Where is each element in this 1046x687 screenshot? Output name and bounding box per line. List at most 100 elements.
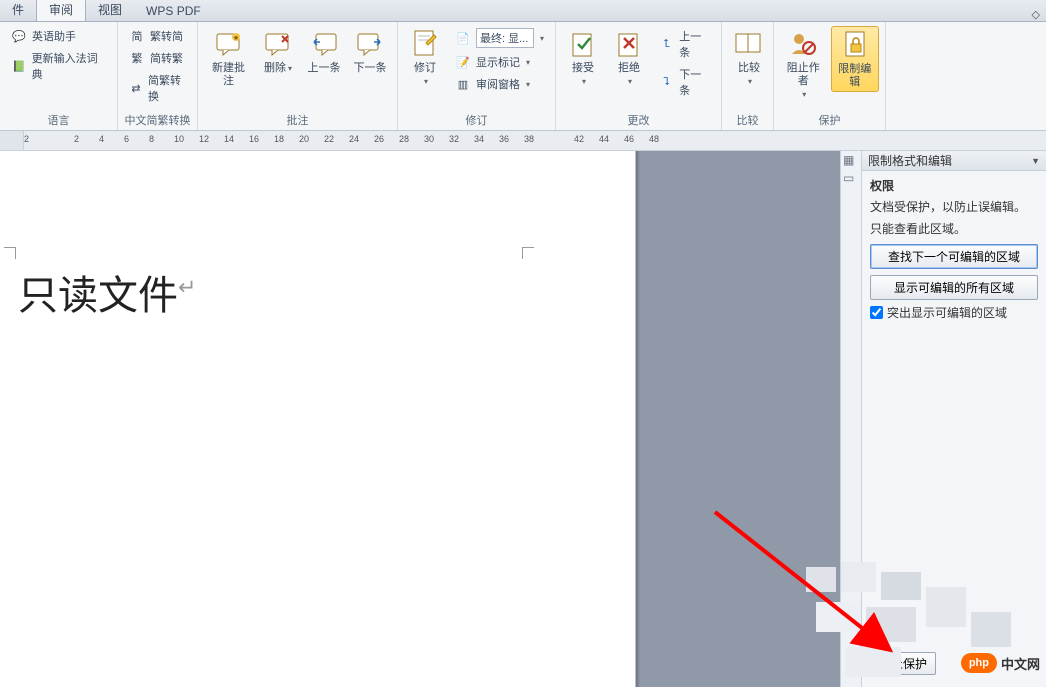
highlight-regions-checkbox[interactable]: 突出显示可编辑的区域 — [870, 304, 1038, 321]
reject-change-button[interactable]: 拒绝▾ — [608, 26, 650, 90]
document-content[interactable]: 只读文件↵ — [18, 263, 196, 321]
restrict-editing-label: 限制编辑 — [836, 63, 875, 89]
document-text: 只读文件 — [18, 274, 178, 318]
simp-trad-convert-button[interactable]: ⇄ 简繁转换 — [124, 70, 191, 106]
next-comment-label: 下一条 — [354, 62, 387, 75]
margin-marker-icon — [4, 247, 16, 259]
update-ime-button[interactable]: 📗 更新输入法词典 — [6, 48, 111, 84]
block-authors-label: 阻止作者▾ — [784, 62, 823, 101]
reviewing-pane-dropdown[interactable]: ▥ 审阅窗格 ▾ — [450, 74, 549, 94]
tab-review[interactable]: 审阅 — [36, 0, 86, 21]
track-changes-icon — [409, 28, 441, 60]
document-icon: 📄 — [454, 30, 472, 46]
ribbon-minimize-icon[interactable]: ◇ — [1032, 8, 1040, 21]
panel-text-1: 文档受保护，以防止误编辑。 — [870, 198, 1038, 216]
group-label-changes: 更改 — [560, 112, 717, 130]
group-label-tracking: 修订 — [402, 112, 551, 130]
tab-wpspdf[interactable]: WPS PDF — [134, 1, 213, 21]
group-label-chinese: 中文简繁转换 — [122, 112, 193, 130]
find-next-region-button[interactable]: 查找下一个可编辑的区域 — [870, 244, 1038, 269]
tab-mail[interactable]: 件 — [0, 0, 36, 21]
accept-change-button[interactable]: 接受▾ — [562, 26, 604, 90]
panel-dropdown-icon[interactable]: ▼ — [1031, 156, 1040, 166]
convert-icon: ⇄ — [128, 80, 144, 96]
ruler-options-icon[interactable]: ▦ — [843, 153, 854, 167]
accept-icon — [567, 28, 599, 60]
dropdown-arrow-icon: ▾ — [526, 58, 530, 67]
display-for-review-dropdown[interactable]: 📄 最终: 显... ▾ — [450, 26, 549, 50]
next-comment-icon — [354, 28, 386, 60]
trad-to-simp-label: 繁转简 — [150, 28, 183, 44]
compare-icon — [733, 28, 765, 60]
simp-trad-convert-label: 简繁转换 — [148, 72, 187, 104]
trad-icon: 繁 — [128, 50, 146, 66]
delete-comment-icon — [262, 28, 294, 60]
next-change-button[interactable]: ⮧ 下一条 — [654, 64, 715, 100]
watermark-logo: php — [961, 653, 997, 673]
restrict-editing-button[interactable]: 限制编辑 — [831, 26, 880, 92]
compare-label: 比较▾ — [738, 62, 760, 88]
pane-icon: ▥ — [454, 76, 472, 92]
simp-to-trad-button[interactable]: 繁 简转繁 — [124, 48, 191, 68]
restrict-editing-panel: 限制格式和编辑 ▼ 权限 文档受保护，以防止误编辑。 只能查看此区域。 查找下一… — [862, 151, 1046, 687]
tab-view[interactable]: 视图 — [86, 0, 134, 21]
next-arrow-icon: ⮧ — [658, 74, 675, 90]
prev-comment-icon — [308, 28, 340, 60]
horizontal-ruler[interactable]: 2246810121416182022242628303234363842444… — [24, 131, 1046, 150]
watermark: php 中文网 — [961, 653, 1040, 673]
prev-comment-button[interactable]: 上一条 — [303, 26, 345, 77]
dictionary-icon: 📗 — [10, 58, 28, 74]
document-page[interactable]: 只读文件↵ — [0, 151, 636, 687]
block-authors-icon — [787, 28, 819, 60]
group-label-comments: 批注 — [202, 112, 393, 130]
group-label-language: 语言 — [4, 112, 113, 130]
panel-header: 限制格式和编辑 ▼ — [862, 151, 1046, 171]
vertical-scrollbar-gutter[interactable]: ▦ ▭ — [840, 151, 862, 687]
ruler-corner — [0, 131, 24, 150]
simp-icon: 简 — [128, 28, 146, 44]
tab-bar: 件 审阅 视图 WPS PDF ◇ — [0, 0, 1046, 22]
simp-to-trad-label: 简转繁 — [150, 50, 183, 66]
svg-text:★: ★ — [232, 34, 238, 42]
next-comment-button[interactable]: 下一条 — [349, 26, 391, 77]
highlight-regions-label: 突出显示可编辑的区域 — [887, 304, 1007, 321]
highlight-regions-input[interactable] — [870, 306, 883, 319]
speech-bubble-icon: 💬 — [10, 28, 28, 44]
delete-comment-label: 删除▾ — [264, 62, 292, 75]
trad-to-simp-button[interactable]: 简 繁转简 — [124, 26, 191, 46]
panel-title: 限制格式和编辑 — [868, 152, 1031, 169]
prev-arrow-icon: ⮤ — [658, 36, 675, 52]
group-label-protect: 保护 — [778, 112, 881, 130]
new-comment-label: 新建批注 — [208, 62, 249, 88]
document-background — [636, 151, 840, 687]
panel-text-2: 只能查看此区域。 — [870, 220, 1038, 238]
english-assistant-button[interactable]: 💬 英语助手 — [6, 26, 111, 46]
delete-comment-button[interactable]: 删除▾ — [257, 26, 299, 77]
compare-button[interactable]: 比较▾ — [728, 26, 770, 90]
prev-comment-label: 上一条 — [308, 62, 341, 75]
margin-marker-icon — [522, 247, 534, 259]
watermark-text: 中文网 — [1001, 654, 1040, 673]
reject-icon — [613, 28, 645, 60]
block-authors-button[interactable]: 阻止作者▾ — [780, 26, 827, 103]
panel-subtitle: 权限 — [870, 177, 1038, 194]
stop-protection-button[interactable]: 停止保护 — [870, 652, 936, 675]
dropdown-arrow-icon: ▾ — [540, 34, 544, 43]
reviewing-pane-label: 审阅窗格 — [476, 76, 520, 92]
split-icon[interactable]: ▭ — [843, 171, 854, 185]
show-markup-label: 显示标记 — [476, 54, 520, 70]
show-all-regions-button[interactable]: 显示可编辑的所有区域 — [870, 275, 1038, 300]
new-comment-button[interactable]: ★ 新建批注 — [204, 26, 253, 90]
group-label-compare: 比较 — [726, 112, 769, 130]
show-markup-dropdown[interactable]: 📝 显示标记 ▾ — [450, 52, 549, 72]
paragraph-mark-icon: ↵ — [178, 275, 196, 300]
prev-change-button[interactable]: ⮤ 上一条 — [654, 26, 715, 62]
new-comment-icon: ★ — [213, 28, 245, 60]
restrict-editing-icon — [839, 29, 871, 61]
update-ime-label: 更新输入法词典 — [32, 50, 107, 82]
markup-icon: 📝 — [454, 54, 472, 70]
display-for-review-value: 最终: 显... — [476, 28, 534, 48]
english-assistant-label: 英语助手 — [32, 28, 76, 44]
dropdown-arrow-icon: ▾ — [526, 80, 530, 89]
track-changes-button[interactable]: 修订▾ — [404, 26, 446, 90]
